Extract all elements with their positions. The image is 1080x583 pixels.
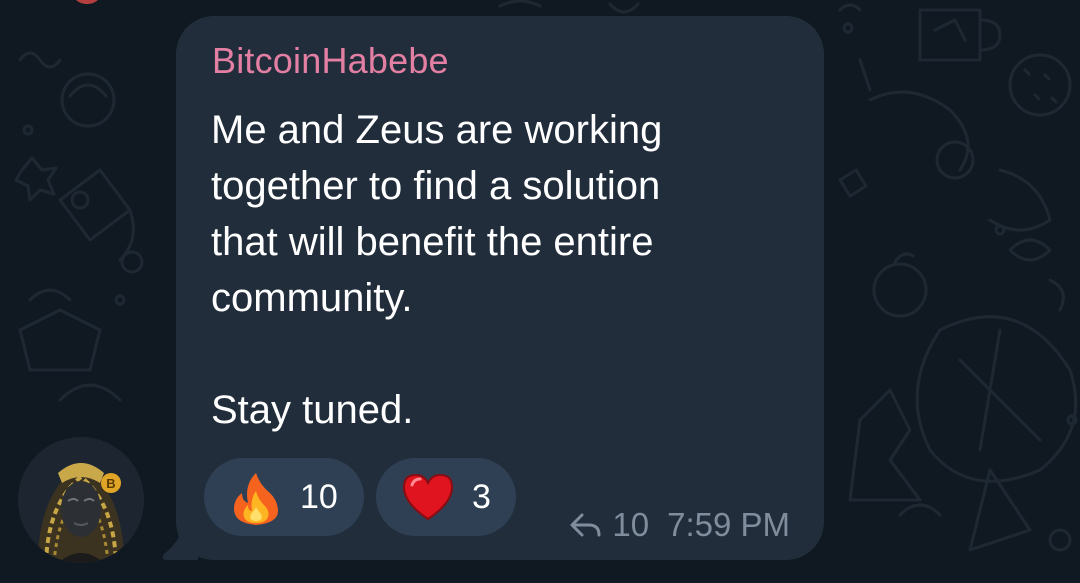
reply-count[interactable]: 10 [612,506,649,544]
avatar[interactable]: B [18,437,144,563]
message-time: 7:59 PM [667,506,790,543]
avatar-image: B [18,437,144,563]
reaction-heart-count: 3 [472,477,491,516]
reaction-fire-count: 10 [300,477,338,516]
reaction-heart-button[interactable]: 3 [376,458,516,536]
fire-icon [234,473,278,525]
message-text: Me and Zeus are working together to find… [211,108,663,432]
message-meta: 10 7:59 PM [568,506,790,544]
svg-text:B: B [106,476,115,491]
message-bubble[interactable]: BitcoinHabebe Me and Zeus are working to… [176,16,824,560]
sender-name[interactable]: BitcoinHabebe [212,40,449,82]
reply-icon[interactable] [568,511,604,539]
reaction-fire-button[interactable]: 10 [204,458,364,536]
heart-icon [402,473,454,521]
